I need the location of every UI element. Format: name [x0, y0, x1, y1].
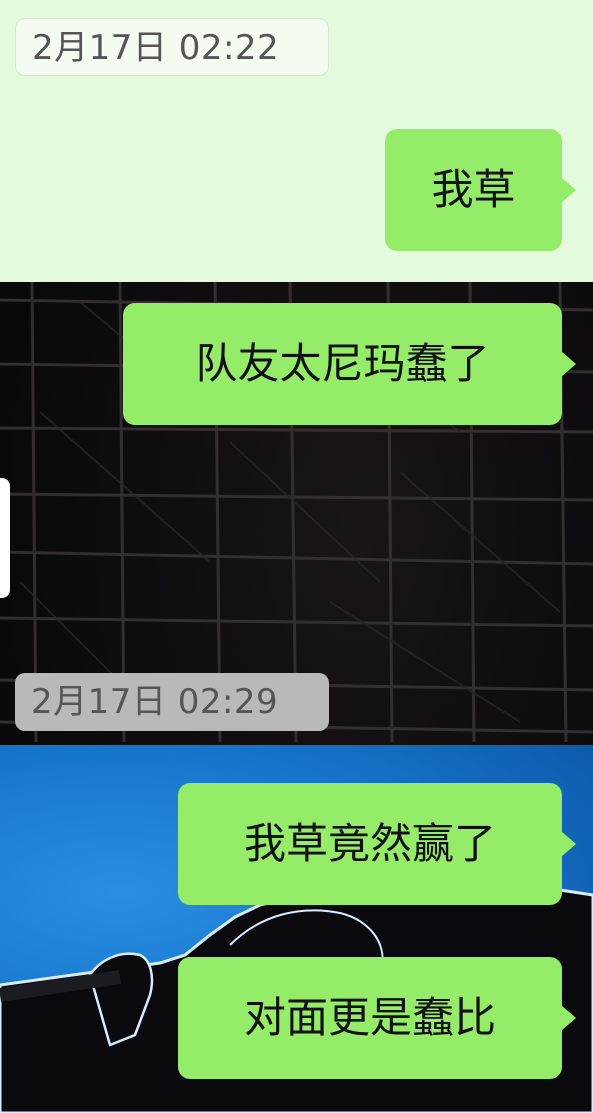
- outgoing-message-bubble[interactable]: 对面更是蠢比: [178, 957, 576, 1079]
- image-edge-highlight: [0, 478, 10, 598]
- timestamp: 2月17日 02:29: [15, 673, 329, 731]
- outgoing-message-bubble[interactable]: 我草: [385, 129, 576, 251]
- timestamp: 2月17日 02:22: [15, 18, 329, 76]
- outgoing-message-bubble[interactable]: 队友太尼玛蠢了: [123, 303, 576, 425]
- outgoing-message-bubble[interactable]: 我草竟然赢了: [178, 783, 576, 905]
